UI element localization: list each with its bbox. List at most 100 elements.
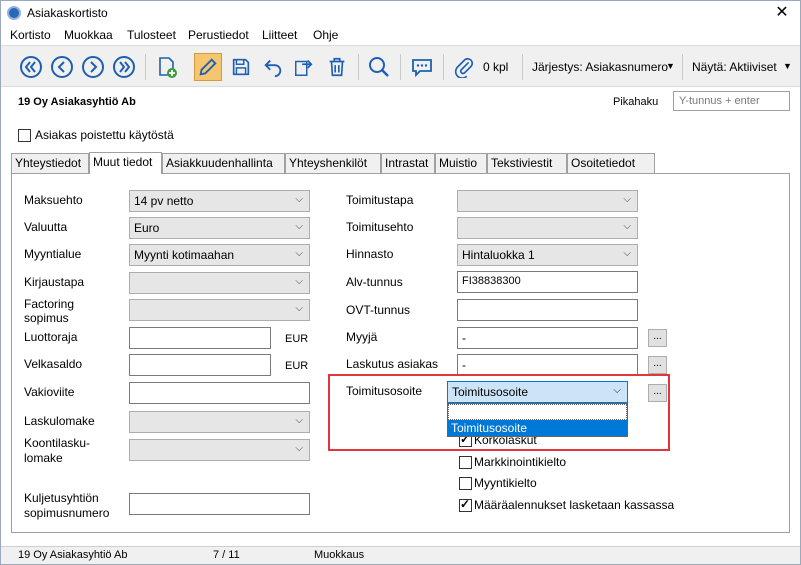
valuutta-select[interactable]: Euro ⌵ [129, 217, 310, 239]
valuutta-label: Valuutta [24, 220, 68, 234]
alv-label: Alv-tunnus [346, 275, 403, 289]
toolbar-separator [400, 54, 401, 80]
prev-icon [51, 56, 73, 78]
tab-osoitetiedot[interactable]: Osoitetiedot [567, 153, 655, 173]
menu-muokkaa[interactable]: Muokkaa [64, 28, 113, 42]
save-button[interactable] [227, 53, 255, 81]
kirjaustapa-select[interactable]: ⌵ [129, 272, 310, 294]
tab-muut-tiedot[interactable]: Muut tiedot [89, 152, 162, 174]
myyntialue-value: Myynti kotimaahan [134, 248, 235, 262]
myyntialue-select[interactable]: Myynti kotimaahan ⌵ [129, 244, 310, 266]
luottoraja-input[interactable] [129, 327, 271, 349]
first-icon [20, 56, 42, 78]
maksuehto-select[interactable]: 14 pv netto ⌵ [129, 190, 310, 212]
tab-tekstiviestit[interactable]: Tekstiviestit [487, 153, 567, 173]
menu-liitteet[interactable]: Liitteet [262, 28, 297, 42]
toimitusosoite-dropdown-list: Toimitusosoite [447, 403, 628, 437]
first-record-button[interactable] [17, 53, 45, 81]
previous-record-button[interactable] [48, 53, 76, 81]
customer-removed-checkbox[interactable] [18, 129, 31, 142]
maaraalennukset-checkbox[interactable] [459, 497, 472, 512]
toimitusehto-select[interactable]: ⌵ [457, 217, 638, 239]
markkinointikielto-label: Markkinointikielto [474, 455, 567, 469]
toolbar-separator [358, 54, 359, 80]
vakioviite-input[interactable] [129, 382, 310, 404]
status-mode: Muokkaus [314, 549, 365, 561]
next-icon [82, 56, 104, 78]
myyja-input[interactable]: - [457, 327, 638, 349]
title-bar: Asiakaskortisto ✕ [1, 1, 800, 25]
tab-intrastat[interactable]: Intrastat [381, 153, 435, 173]
maksuehto-label: Maksuehto [24, 193, 83, 207]
main-content: 19 Oy Asiakasyhtiö Ab Pikahaku Asiakas p… [1, 87, 800, 546]
toimitustapa-label: Toimitustapa [346, 193, 414, 207]
kuljetus-label-line2: sopimusnumero [24, 506, 110, 520]
laskutus-label: Laskutus asiakas [346, 357, 439, 371]
laskutus-browse-button[interactable]: ... [648, 356, 667, 374]
laskulomake-select[interactable]: ⌵ [129, 411, 310, 433]
chevron-down-icon: ⌵ [295, 303, 303, 314]
hinnasto-value: Hintaluokka 1 [462, 248, 535, 262]
tab-yhteyshenkilot[interactable]: Yhteyshenkilöt [285, 153, 381, 173]
edit-pencil-icon [199, 58, 217, 76]
laskutus-input[interactable]: - [457, 354, 638, 376]
tab-muistio[interactable]: Muistio [435, 153, 487, 173]
dropdown-option-toimitusosoite[interactable]: Toimitusosoite [448, 420, 627, 436]
comment-icon [412, 59, 432, 78]
toimitustapa-select[interactable]: ⌵ [457, 190, 638, 212]
delete-button[interactable] [323, 53, 351, 81]
toolbar-separator [443, 54, 444, 80]
luottoraja-label: Luottoraja [24, 330, 78, 344]
kuljetus-label-line1: Kuljetusyhtiön [24, 491, 99, 505]
status-bar: 19 Oy Asiakasyhtiö Ab 7 / 11 Muokkaus [1, 546, 800, 564]
tab-yhteystiedot[interactable]: Yhteystiedot [11, 153, 89, 173]
chevron-down-icon: ⌵ [295, 276, 303, 287]
toimitusosoite-select[interactable]: Toimitusosoite ⌵ [447, 381, 628, 403]
chevron-down-icon: ⌵ [295, 221, 303, 232]
customer-removed-label: Asiakas poistettu käytöstä [35, 128, 174, 142]
next-record-button[interactable] [79, 53, 107, 81]
chevron-down-icon: ▼ [783, 61, 792, 71]
menu-perustiedot[interactable]: Perustiedot [188, 28, 249, 42]
chevron-down-icon: ⌵ [613, 385, 621, 396]
last-record-button[interactable] [110, 53, 138, 81]
app-window: Asiakaskortisto ✕ Kortisto Muokkaa Tulos… [0, 0, 801, 565]
sort-dropdown[interactable]: Järjestys: Asiakasnumero [532, 60, 668, 74]
chevron-down-icon: ⌵ [623, 248, 631, 259]
koontilasku-select[interactable]: ⌵ [129, 439, 310, 461]
tab-asiakkuudenhallinta[interactable]: Asiakkuudenhallinta [162, 153, 285, 173]
window-title: Asiakaskortisto [27, 6, 108, 20]
undo-button[interactable] [259, 53, 287, 81]
search-button[interactable] [365, 53, 393, 81]
hinnasto-select[interactable]: Hintaluokka 1 ⌵ [457, 244, 638, 266]
toolbar-separator [522, 54, 523, 80]
toolbar-separator [145, 54, 146, 80]
markkinointikielto-checkbox[interactable] [459, 456, 472, 469]
myyntikielto-checkbox[interactable] [459, 477, 472, 490]
quick-search-input[interactable] [673, 91, 790, 111]
alv-input[interactable]: FI38838300 [457, 271, 638, 293]
show-filter-dropdown[interactable]: Näytä: Aktiiviset [692, 60, 777, 74]
transfer-button[interactable] [290, 53, 318, 81]
velkasaldo-input[interactable] [129, 354, 271, 376]
factoring-select[interactable]: ⌵ [129, 299, 310, 321]
new-record-button[interactable] [153, 53, 181, 81]
quick-search-label: Pikahaku [613, 96, 659, 108]
myyja-browse-button[interactable]: ... [648, 329, 667, 347]
attachments-button[interactable] [450, 53, 478, 81]
toimitusosoite-label: Toimitusosoite [346, 384, 423, 398]
toimitusosoite-browse-button[interactable]: ... [648, 384, 667, 402]
ovt-input[interactable] [457, 299, 638, 321]
edit-button[interactable] [194, 53, 222, 81]
kuljetus-input[interactable] [129, 493, 310, 515]
chevron-down-icon: ⌵ [295, 194, 303, 205]
last-icon [113, 56, 135, 78]
laskulomake-label: Laskulomake [24, 414, 95, 428]
comment-button[interactable] [408, 53, 436, 81]
menu-tulosteet[interactable]: Tulosteet [127, 28, 176, 42]
menu-kortisto[interactable]: Kortisto [10, 28, 51, 42]
menu-ohje[interactable]: Ohje [313, 28, 338, 42]
ovt-label: OVT-tunnus [346, 303, 411, 317]
dropdown-option-empty[interactable] [448, 404, 627, 420]
close-window-button[interactable]: ✕ [772, 3, 792, 23]
